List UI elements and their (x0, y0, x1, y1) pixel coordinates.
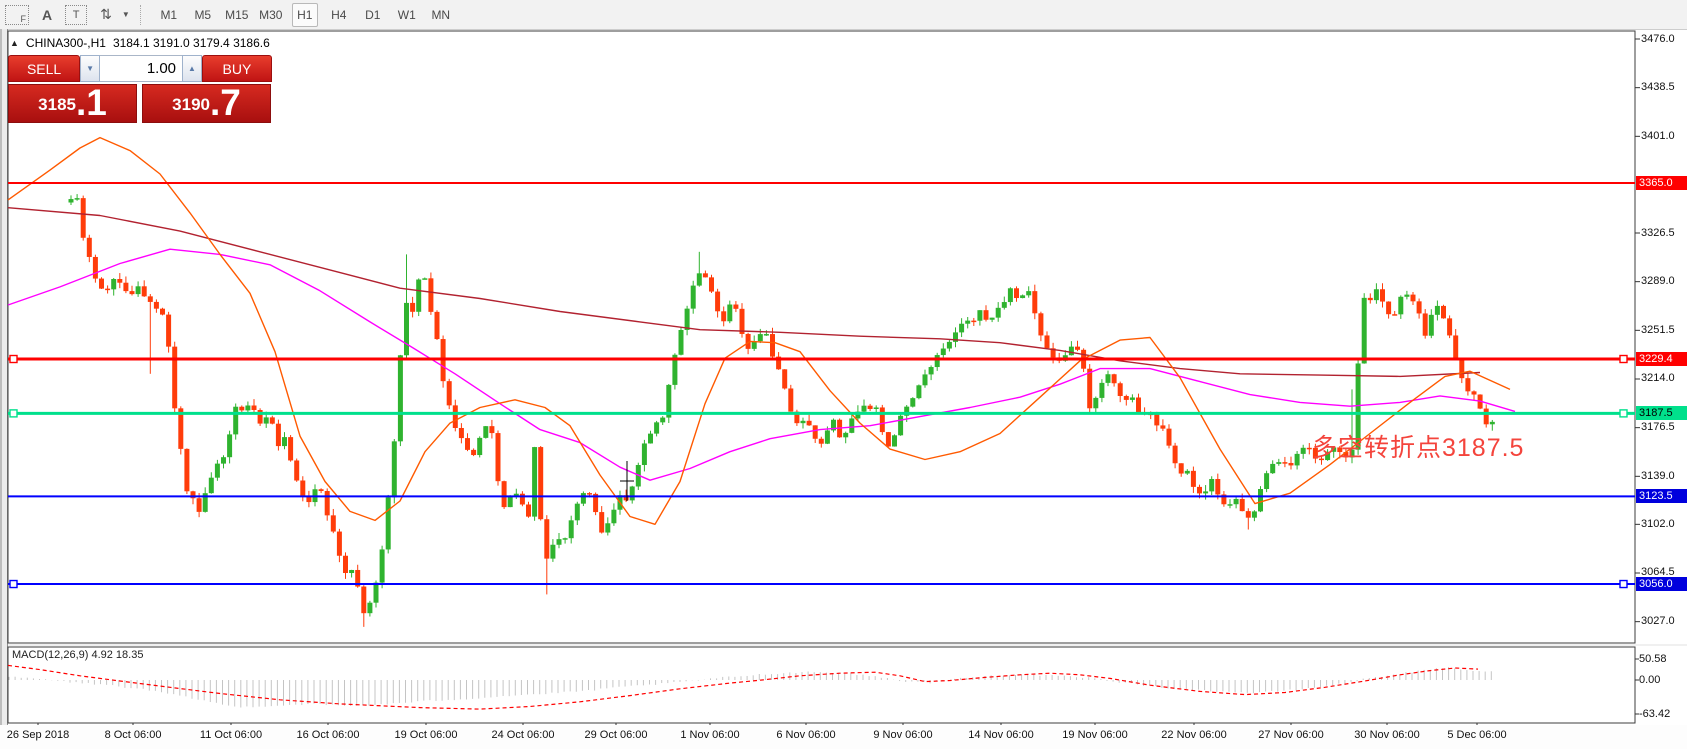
symbol-timeframe-label: CHINA300-,H1 (26, 36, 106, 50)
one-click-trade-panel: SELL ▼ 1.00 ▲ BUY 3185.1 3190.7 (8, 55, 272, 123)
sell-button[interactable]: SELL (8, 55, 80, 82)
date-tick-label: 26 Sep 2018 (7, 729, 69, 741)
volume-input[interactable]: 1.00 (100, 55, 182, 82)
date-tick-label: 14 Nov 06:00 (968, 729, 1033, 741)
macd-tick-label: 0.00 (1639, 674, 1687, 686)
buy-price-button[interactable]: 3190.7 (142, 84, 271, 123)
price-tick-label: 3251.5 (1641, 324, 1687, 336)
buy-price-main: 3190 (172, 90, 210, 120)
collapse-panel-icon[interactable]: ▲ (10, 38, 19, 48)
date-tick-label: 19 Oct 06:00 (395, 729, 458, 741)
date-tick-label: 29 Oct 06:00 (585, 729, 648, 741)
price-tick-label: 3027.0 (1641, 615, 1687, 627)
date-tick-label: 22 Nov 06:00 (1161, 729, 1226, 741)
price-tick-label: 3289.0 (1641, 275, 1687, 287)
date-tick-label: 19 Nov 06:00 (1062, 729, 1127, 741)
date-tick-label: 24 Oct 06:00 (492, 729, 555, 741)
price-tick-label: 3438.5 (1641, 81, 1687, 93)
date-tick-label: 8 Oct 06:00 (105, 729, 162, 741)
sell-price-button[interactable]: 3185.1 (8, 84, 137, 123)
date-tick-label: 30 Nov 06:00 (1354, 729, 1419, 741)
volume-decrease-stepper[interactable]: ▼ (80, 55, 100, 82)
macd-tick-label: -63.42 (1639, 708, 1687, 720)
buy-price-frac: .7 (210, 86, 241, 120)
date-tick-label: 27 Nov 06:00 (1258, 729, 1323, 741)
price-tick-label: 3326.5 (1641, 227, 1687, 239)
price-level-badge-3123.5: 3123.5 (1636, 489, 1687, 503)
price-tick-label: 3476.0 (1641, 33, 1687, 45)
price-tick-label: 3176.5 (1641, 421, 1687, 433)
price-tick-label: 3102.0 (1641, 518, 1687, 530)
macd-tick-label: 50.58 (1639, 653, 1687, 665)
sell-price-main: 3185 (38, 90, 76, 120)
price-tick-label: 3214.0 (1641, 372, 1687, 384)
macd-indicator-label: MACD(12,26,9) 4.92 18.35 (12, 649, 143, 661)
price-level-badge-3187.5: 3187.5 (1636, 406, 1687, 420)
date-tick-label: 5 Dec 06:00 (1447, 729, 1506, 741)
price-tick-label: 3401.0 (1641, 130, 1687, 142)
time-axis: 26 Sep 2018 8 Oct 06:00 11 Oct 06:00 16 Oct… (0, 725, 1687, 749)
date-tick-label: 9 Nov 06:00 (873, 729, 932, 741)
macd-panel-border (8, 647, 1635, 723)
price-level-badge-3229.4: 3229.4 (1636, 352, 1687, 366)
buy-button[interactable]: BUY (202, 55, 272, 82)
turning-point-annotation: 多空转折点3187.5 (1312, 428, 1524, 464)
sell-price-frac: .1 (76, 86, 107, 120)
volume-increase-stepper[interactable]: ▲ (182, 55, 202, 82)
date-tick-label: 6 Nov 06:00 (776, 729, 835, 741)
ohlc-readout: 3184.1 3191.0 3179.4 3186.6 (113, 36, 270, 50)
date-tick-label: 1 Nov 06:00 (680, 729, 739, 741)
price-level-badge-3056.0: 3056.0 (1636, 577, 1687, 591)
price-level-badge-3365.0: 3365.0 (1636, 176, 1687, 190)
mt4-window: F A T ⇅ ▼ M1M5M15M30H1H4D1W1MN ▲ CHINA30… (0, 0, 1687, 749)
chart-title: ▲ CHINA300-,H1 3184.1 3191.0 3179.4 3186… (10, 36, 270, 50)
date-tick-label: 11 Oct 06:00 (200, 729, 262, 741)
price-tick-label: 3139.0 (1641, 470, 1687, 482)
date-tick-label: 16 Oct 06:00 (297, 729, 360, 741)
